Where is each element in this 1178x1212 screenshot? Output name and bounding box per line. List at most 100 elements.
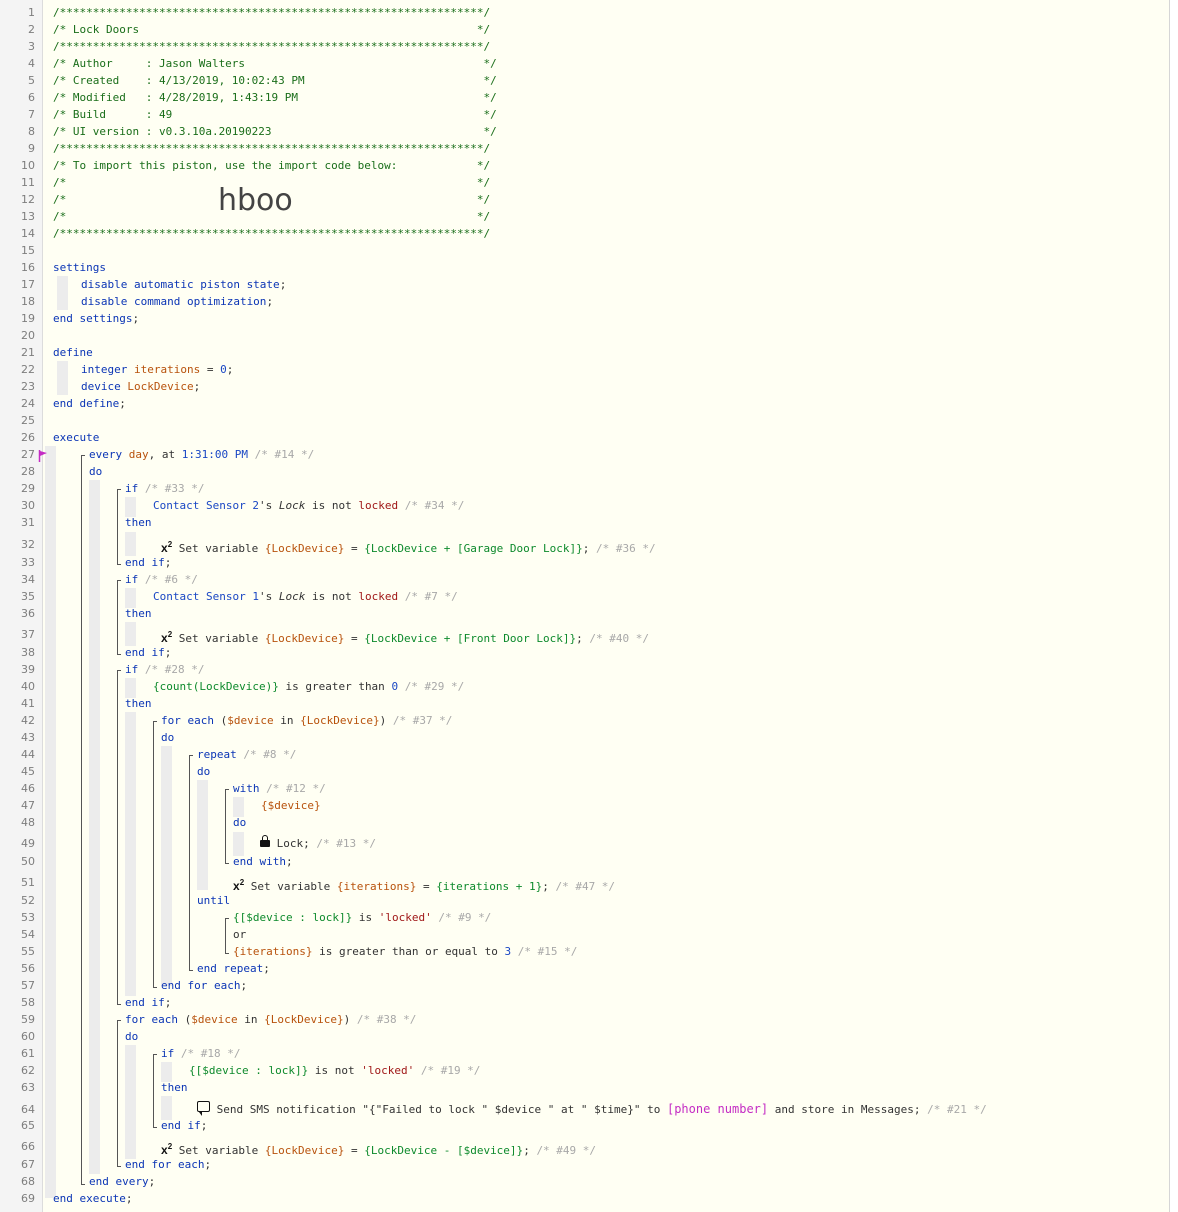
var-device: $device [227,714,274,727]
type-integer: integer [81,363,128,376]
line-number: 24 [21,397,35,410]
with-keyword[interactable]: with [233,782,260,795]
line-number: 42 [21,714,35,727]
setting-disable-state: disable automatic piston state [81,278,280,291]
if-keyword[interactable]: if [125,482,138,495]
import-code[interactable]: hboo [218,183,293,219]
block-bracket [153,721,157,988]
indent-guide [89,480,100,1174]
comment-29: /* #29 */ [404,680,465,693]
comment-49: /* #49 */ [536,1144,597,1157]
block-bracket [117,1020,121,1167]
device-contact-sensor-1[interactable]: Contact Sensor 1 [153,590,259,603]
indent-guide [57,361,68,395]
line-number: 4 [28,57,35,70]
line-number: 65 [21,1119,35,1132]
indent-guide [125,712,136,996]
line-number: 44 [21,748,35,761]
for-each-keyword[interactable]: for each [125,1013,178,1026]
end-settings-keyword: end settings [53,312,133,325]
line-number: 10 [21,159,35,172]
comment-12: /* #12 */ [266,782,326,795]
every-keyword[interactable]: every [89,448,122,461]
line-number: 17 [21,278,35,291]
line-number: 16 [21,261,35,274]
if-keyword[interactable]: if [125,573,138,586]
line-number: 26 [21,431,35,444]
then-keyword: then [125,697,152,710]
time-value: 1:31:00 PM [181,448,248,461]
is-not: is not [314,1064,355,1077]
header-line: /***************************************… [53,142,491,155]
comment-15: /* #15 */ [517,945,578,958]
header-line: /* Lock Doors */ [53,23,491,36]
x2-icon: x2 [161,630,173,645]
set-variable[interactable]: Set variable [251,880,330,893]
line-number: 23 [21,380,35,393]
if-keyword[interactable]: if [161,1047,174,1060]
indent-guide [125,532,136,556]
line-number: 52 [21,894,35,907]
for-each-keyword[interactable]: for each [161,714,214,727]
var-lockdevice-ref: {LockDevice} [264,632,345,645]
indent-guide [161,746,172,986]
locked-string: 'locked' [361,1064,415,1077]
line-number: 68 [21,1175,35,1188]
expr-garage: {LockDevice + [Garage Door Lock]} [364,542,583,555]
repeat-keyword[interactable]: repeat [197,748,237,761]
do-keyword: do [89,465,103,478]
line-number: 28 [21,465,35,478]
line-number: 15 [21,244,35,257]
block-bracket [225,789,229,864]
line-number: 22 [21,363,35,376]
line-number: 36 [21,607,35,620]
comment-36: /* #36 */ [596,542,656,555]
var-iterations-ref: {iterations} [233,945,313,958]
send-sms[interactable]: Send SMS notification [217,1103,356,1116]
flag-icon[interactable] [38,450,48,462]
lock-command[interactable]: Lock [277,837,304,850]
do-keyword: do [197,765,211,778]
is-not: is not [311,499,352,512]
line-number: 56 [21,962,35,975]
expr-front: {LockDevice + [Front Door Lock]} [364,632,577,645]
x2-icon: x2 [233,878,245,893]
line-number: 43 [21,731,35,744]
value-zero: 0 [391,680,399,693]
header-line: /***************************************… [53,6,491,19]
line-number: 6 [28,91,35,104]
expr-minus: {LockDevice - [$device]} [364,1144,524,1157]
value-zero: 0 [220,363,227,376]
message-bubble-icon [197,1101,210,1116]
line-number: 21 [21,346,35,359]
device-contact-sensor-2[interactable]: Contact Sensor 2 [153,499,259,512]
line-number: 41 [21,697,35,710]
end-if-keyword: end if [161,1119,201,1132]
line-number: 34 [21,573,35,586]
if-keyword[interactable]: if [125,663,138,676]
x2-icon: x2 [161,1142,173,1157]
comment-7: /* #7 */ [404,590,458,603]
line-number: 38 [21,646,35,659]
x2-icon: x2 [161,540,173,555]
line-number: 25 [21,414,35,427]
line-number: 55 [21,945,35,958]
line-number: 31 [21,516,35,529]
set-variable[interactable]: Set variable [179,632,258,645]
scrollbar-track[interactable] [1170,0,1178,1212]
header-line: /***************************************… [53,40,491,53]
line-number: 61 [21,1047,35,1060]
or-operator: or [233,928,247,941]
until-keyword: until [197,894,231,907]
set-variable[interactable]: Set variable [179,542,258,555]
line-number: 37 [21,628,35,641]
end-for-each-keyword: end for each [161,979,241,992]
line-number: 60 [21,1030,35,1043]
device-lock-expression: {[$device : lock]} [189,1064,309,1077]
comment-47: /* #47 */ [555,880,616,893]
var-device: $device [191,1013,238,1026]
in-word: in [280,714,294,727]
line-number: 9 [28,142,35,155]
line-number: 58 [21,996,35,1009]
line-number: 18 [21,295,35,308]
